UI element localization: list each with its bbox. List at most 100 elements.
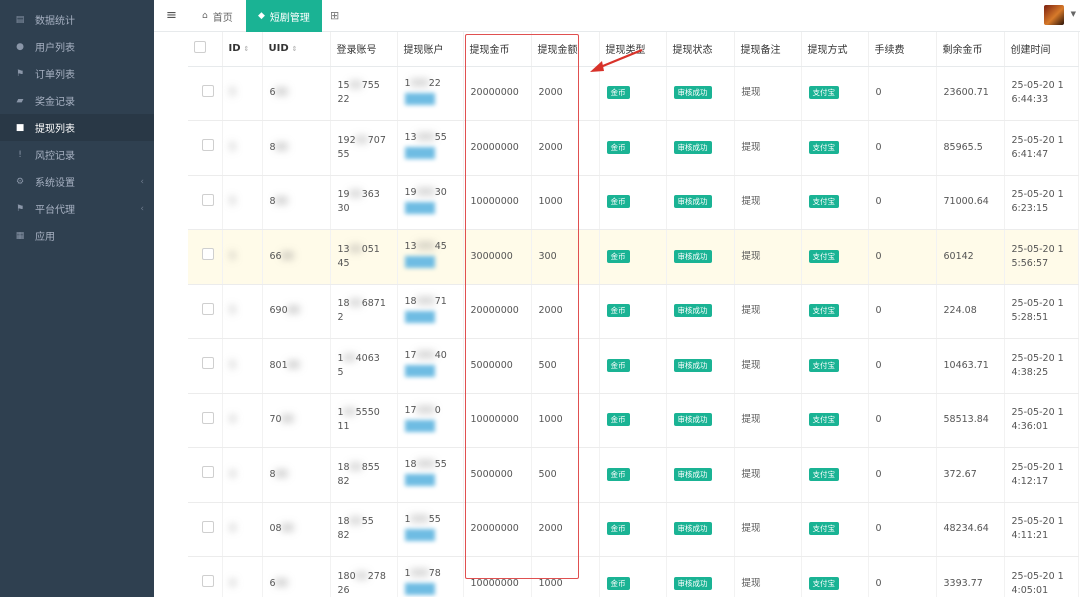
cell-uid: 69088 <box>262 284 331 339</box>
sidebar: ▤ 数据统计 ● 用户列表 ⚑ 订单列表 ▰ 奖金记录 ■ 提现列表 ! 风控记录 ⚙ 系统设… <box>0 0 154 597</box>
cell-account: 100055 <box>397 502 464 557</box>
cell-fee: 0 <box>868 120 937 176</box>
row-checkbox[interactable] <box>202 466 215 479</box>
method-badge: 支付宝 <box>808 195 839 209</box>
table-row[interactable]: 5 69088 18006871 2 1800071 20000000 2000 金币 审核成功… <box>188 284 1079 339</box>
tab-home[interactable]: ⌂ 首页 <box>190 0 245 32</box>
method-badge: 支付宝 <box>808 467 839 481</box>
cell-type: 金币 <box>599 66 667 121</box>
cell-created: 25-05-20 1 5:56:57 <box>1004 229 1079 285</box>
cell-balance: 60142 <box>936 229 1005 285</box>
sidebar-item-withdrawals[interactable]: ■ 提现列表 <box>0 114 154 141</box>
sidebar-item-agents[interactable]: ⚑ 平台代理 ‹ <box>0 195 154 222</box>
cell-status: 审核成功 <box>666 447 735 503</box>
cell-method: 支付宝 <box>801 120 869 176</box>
col-header-account: 提现账户 <box>397 32 464 67</box>
cell-amount: 2000 <box>531 284 600 339</box>
tab-drama-management[interactable]: ◆ 短剧管理 <box>246 0 322 32</box>
table-row[interactable]: 5 888 1900363 30 1900030 10000000 1000 金币 审核成功 提现… <box>188 175 1079 230</box>
cell-method: 支付宝 <box>801 229 869 285</box>
type-badge: 金币 <box>606 576 630 590</box>
type-badge: 金币 <box>606 467 630 481</box>
row-checkbox[interactable] <box>202 139 215 152</box>
cell-type: 金币 <box>599 229 667 285</box>
col-header-id[interactable]: ID ⇕ <box>222 32 263 67</box>
avatar[interactable] <box>1044 5 1064 25</box>
sidebar-item-settings[interactable]: ⚙ 系统设置 ‹ <box>0 168 154 195</box>
status-badge: 审核成功 <box>673 413 712 427</box>
type-badge: 金币 <box>606 358 630 372</box>
row-checkbox[interactable] <box>202 302 215 315</box>
sidebar-item-label: 数据统计 <box>35 16 75 27</box>
cell-status: 审核成功 <box>666 284 735 339</box>
cell-remark: 提现 <box>734 556 802 597</box>
col-header-uid[interactable]: UID ⇕ <box>262 32 331 67</box>
row-checkbox[interactable] <box>202 411 215 424</box>
type-badge: 金币 <box>606 249 630 263</box>
row-checkbox[interactable] <box>202 84 215 97</box>
cell-uid: 80188 <box>262 338 331 394</box>
cell-login: 18006871 2 <box>330 284 398 339</box>
cell-id: 5 <box>222 284 263 339</box>
exclamation-icon: ! <box>18 149 22 160</box>
chevron-down-icon[interactable]: ▼ <box>1071 10 1076 18</box>
row-checkbox[interactable] <box>202 520 215 533</box>
row-select-cell <box>188 556 223 597</box>
sidebar-item-apps[interactable]: ▦ 应用 <box>0 222 154 249</box>
cell-status: 审核成功 <box>666 338 735 394</box>
cell-coins: 10000000 <box>463 393 532 448</box>
row-checkbox[interactable] <box>202 193 215 206</box>
chart-icon: ▤ <box>15 14 25 25</box>
sidebar-item-bonus[interactable]: ▰ 奖金记录 <box>0 87 154 114</box>
cell-amount: 1000 <box>531 393 600 448</box>
row-checkbox[interactable] <box>202 248 215 261</box>
table-row[interactable]: 4 688 18000278 26 100078 10000000 1000 金币 审核成功 提现… <box>188 556 1079 597</box>
cell-created: 25-05-20 1 4:12:17 <box>1004 447 1079 503</box>
row-select-cell <box>188 393 223 448</box>
table-row[interactable]: 5 688 1500755 22 100022 20000000 2000 金币 审核成功 提现支… <box>188 66 1079 121</box>
table-row[interactable]: 5 888 19200707 55 1300055 20000000 2000 金币 审核成功 提… <box>188 120 1079 176</box>
cell-method: 支付宝 <box>801 338 869 394</box>
table-row[interactable]: 5 80188 1004063 5 1700040 5000000 500 金币 审核成功 提现支… <box>188 338 1079 394</box>
row-select-cell <box>188 338 223 394</box>
sidebar-item-risk[interactable]: ! 风控记录 <box>0 141 154 168</box>
table-row[interactable]: 5 6688 1300051 45 1300045 3000000 300 金币 审核成功 提现支… <box>188 229 1079 285</box>
type-badge: 金币 <box>606 86 630 100</box>
tab-grid-icon[interactable]: ⊞ <box>330 9 339 22</box>
sidebar-item-orders[interactable]: ⚑ 订单列表 <box>0 60 154 87</box>
cell-remark: 提现 <box>734 229 802 285</box>
table-row[interactable]: 4 0888 180055 82 100055 20000000 2000 金币 审核成功 提现支… <box>188 502 1079 557</box>
cell-created: 25-05-20 1 4:11:21 <box>1004 502 1079 557</box>
cell-amount: 1000 <box>531 175 600 230</box>
cell-account: 100022 <box>397 66 464 121</box>
user-icon: ● <box>16 41 24 52</box>
row-checkbox[interactable] <box>202 357 215 370</box>
cell-login: 1900363 30 <box>330 175 398 230</box>
cell-id: 4 <box>222 393 263 448</box>
row-checkbox[interactable] <box>202 575 215 588</box>
select-all-checkbox[interactable] <box>194 41 206 54</box>
sidebar-item-label: 平台代理 <box>35 205 75 216</box>
col-header-coins: 提现金币 <box>463 32 532 67</box>
method-badge: 支付宝 <box>808 304 839 318</box>
menu-toggle-icon[interactable]: ≡ <box>166 8 177 23</box>
cell-login: 1500755 22 <box>330 66 398 121</box>
sidebar-item-stats[interactable]: ▤ 数据统计 <box>0 6 154 33</box>
grid-icon: ▦ <box>15 230 25 241</box>
cell-remark: 提现 <box>734 175 802 230</box>
cell-amount: 1000 <box>531 556 600 597</box>
col-header-amount: 提现金额 <box>531 32 600 67</box>
row-select-cell <box>188 447 223 503</box>
chevron-left-icon: ‹ <box>140 176 144 187</box>
type-badge: 金币 <box>606 304 630 318</box>
cell-status: 审核成功 <box>666 393 735 448</box>
table-row[interactable]: 4 888 1800855 82 1800055 5000000 500 金币 审核成功 提现 支付… <box>188 447 1079 503</box>
row-select-cell <box>188 284 223 339</box>
flag-icon: ⚑ <box>15 203 25 214</box>
status-badge: 审核成功 <box>673 304 712 318</box>
cell-fee: 0 <box>868 393 937 448</box>
cell-account: 1800055 <box>397 447 464 503</box>
sidebar-item-users[interactable]: ● 用户列表 <box>0 33 154 60</box>
table-row[interactable]: 4 7088 1005550 11 170000 10000000 1000 金币 审核成功 提现… <box>188 393 1079 448</box>
cell-id: 5 <box>222 338 263 394</box>
